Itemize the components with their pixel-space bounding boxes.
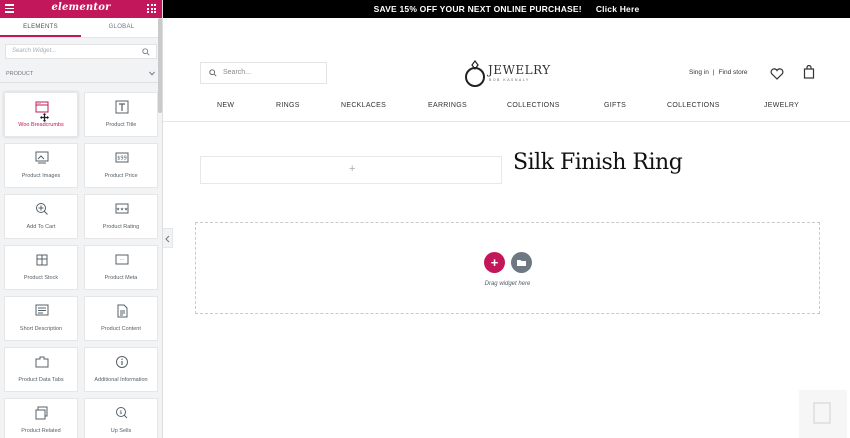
related-icon: [35, 406, 48, 420]
nav-necklaces[interactable]: NECKLACES: [341, 102, 386, 109]
widget-add-to-cart[interactable]: Add To Cart: [4, 194, 78, 239]
widget-grid: Woo Breadcrumbs Product Title Product Im…: [4, 92, 158, 438]
upsells-icon: $: [116, 407, 128, 419]
svg-text:···: ···: [120, 257, 124, 262]
folder-icon: [517, 260, 526, 266]
widget-product-rating[interactable]: ★★★ Product Rating: [84, 194, 158, 239]
widgets-grid-icon[interactable]: [147, 4, 156, 13]
heart-icon[interactable]: [770, 68, 784, 80]
nav-collections[interactable]: COLLECTIONS: [507, 102, 560, 109]
svg-text:$99: $99: [117, 156, 127, 162]
elementor-panel: elementor ELEMENTS GLOBAL Search Widget.…: [0, 0, 163, 438]
svg-text:$: $: [119, 410, 122, 416]
widget-product-title[interactable]: Product Title: [84, 92, 158, 137]
widget-label: Product Data Tabs: [18, 377, 64, 383]
widget-search-placeholder: Search Widget...: [12, 48, 57, 54]
widget-label: Product Related: [21, 428, 61, 434]
info-icon: [116, 356, 128, 368]
panel-header: elementor: [0, 0, 162, 18]
widget-label: Up Sells: [110, 428, 132, 434]
widget-label: Product Price: [104, 173, 138, 179]
widget-short-description[interactable]: Short Description: [4, 296, 78, 341]
elementor-corner-badge: [799, 390, 847, 438]
widget-search-input[interactable]: Search Widget...: [5, 44, 157, 59]
section-product-toggle[interactable]: PRODUCT: [0, 65, 162, 83]
add-section-button[interactable]: +: [484, 252, 505, 273]
promo-cta-link[interactable]: Click Here: [596, 4, 640, 14]
nav-collections-2[interactable]: COLLECTIONS: [667, 102, 720, 109]
nav-earrings[interactable]: EARRINGS: [428, 102, 467, 109]
promo-text: SAVE 15% OFF YOUR NEXT ONLINE PURCHASE!: [373, 4, 582, 14]
widget-product-stock[interactable]: Product Stock: [4, 245, 78, 290]
images-icon: [35, 151, 49, 164]
nav-new[interactable]: NEW: [217, 102, 234, 109]
widget-product-meta[interactable]: ··· Product Meta: [84, 245, 158, 290]
promo-bar: SAVE 15% OFF YOUR NEXT ONLINE PURCHASE! C…: [163, 0, 850, 18]
short-description-icon: [35, 304, 49, 316]
account-links: Sing in | Find store: [689, 69, 748, 76]
tab-global[interactable]: GLOBAL: [81, 18, 162, 37]
product-title: Silk Finish Ring: [513, 150, 683, 175]
title-icon: [115, 100, 129, 114]
drop-zone[interactable]: + Drag widget here: [195, 222, 820, 314]
elementor-logo: elementor: [51, 2, 111, 13]
widget-label: Woo Breadcrumbs: [18, 122, 64, 128]
nav-rings[interactable]: RINGS: [276, 102, 300, 109]
widget-label: Add To Cart: [26, 224, 56, 230]
widget-product-images[interactable]: Product Images: [4, 143, 78, 188]
elementor-icon: [813, 402, 831, 424]
widget-additional-information[interactable]: Additional Information: [84, 347, 158, 392]
stock-icon: [36, 254, 48, 266]
widget-woo-breadcrumbs[interactable]: Woo Breadcrumbs: [4, 92, 78, 137]
widget-product-price[interactable]: $99 Product Price: [84, 143, 158, 188]
search-icon: [209, 69, 217, 77]
widget-product-related[interactable]: Product Related: [4, 398, 78, 438]
image-placeholder[interactable]: +: [200, 156, 502, 184]
brand-subtitle: BOB KASNALY: [489, 78, 530, 82]
site-header: Search... JEWELRY BOB KASNALY Sing in | Fi…: [163, 18, 850, 93]
breadcrumbs-icon: [35, 101, 49, 113]
signin-link[interactable]: Sing in: [689, 69, 709, 76]
nav-gifts[interactable]: GIFTS: [604, 102, 626, 109]
widget-label: Product Stock: [23, 275, 59, 281]
drop-zone-hint: Drag widget here: [484, 281, 531, 287]
chevron-down-icon: [149, 71, 155, 76]
panel-tabs: ELEMENTS GLOBAL: [0, 18, 162, 38]
widget-product-content[interactable]: Product Content: [84, 296, 158, 341]
plus-icon: +: [349, 163, 356, 175]
widget-label: Product Content: [101, 326, 141, 332]
site-search-placeholder: Search...: [223, 69, 252, 76]
widget-label: Product Meta: [104, 275, 138, 281]
site-search-input[interactable]: Search...: [200, 62, 327, 84]
widget-label: Product Rating: [102, 224, 140, 230]
widget-label: Additional Information: [94, 377, 148, 383]
widget-up-sells[interactable]: $ Up Sells: [84, 398, 158, 438]
add-to-cart-icon: [36, 203, 48, 215]
move-cursor-icon: [40, 113, 49, 122]
meta-icon: ···: [115, 254, 129, 265]
main-navigation: NEW RINGS NECKLACES EARRINGS COLLECTIONS…: [163, 100, 850, 122]
brand-name: JEWELRY: [488, 63, 551, 77]
site-preview: SAVE 15% OFF YOUR NEXT ONLINE PURCHASE! C…: [163, 0, 850, 438]
tab-elements[interactable]: ELEMENTS: [0, 18, 81, 37]
widget-label: Short Description: [19, 326, 63, 332]
section-title: PRODUCT: [6, 71, 34, 77]
find-store-link[interactable]: Find store: [719, 69, 748, 76]
widget-label: Product Title: [105, 122, 137, 128]
rating-icon: ★★★: [115, 203, 129, 214]
svg-text:★★★: ★★★: [116, 207, 128, 213]
nav-jewelry[interactable]: JEWELRY: [764, 102, 799, 109]
content-icon: [117, 304, 128, 318]
price-icon: $99: [115, 152, 129, 163]
add-template-button[interactable]: [511, 252, 532, 273]
widget-product-data-tabs[interactable]: Product Data Tabs: [4, 347, 78, 392]
ring-logo-icon: [465, 60, 485, 87]
search-icon: [142, 48, 150, 56]
data-tabs-icon: [35, 356, 49, 368]
brand-logo[interactable]: JEWELRY BOB KASNALY: [463, 59, 553, 89]
widget-label: Product Images: [21, 173, 61, 179]
panel-scrollbar[interactable]: [158, 18, 162, 113]
shopping-bag-icon[interactable]: [803, 65, 815, 79]
